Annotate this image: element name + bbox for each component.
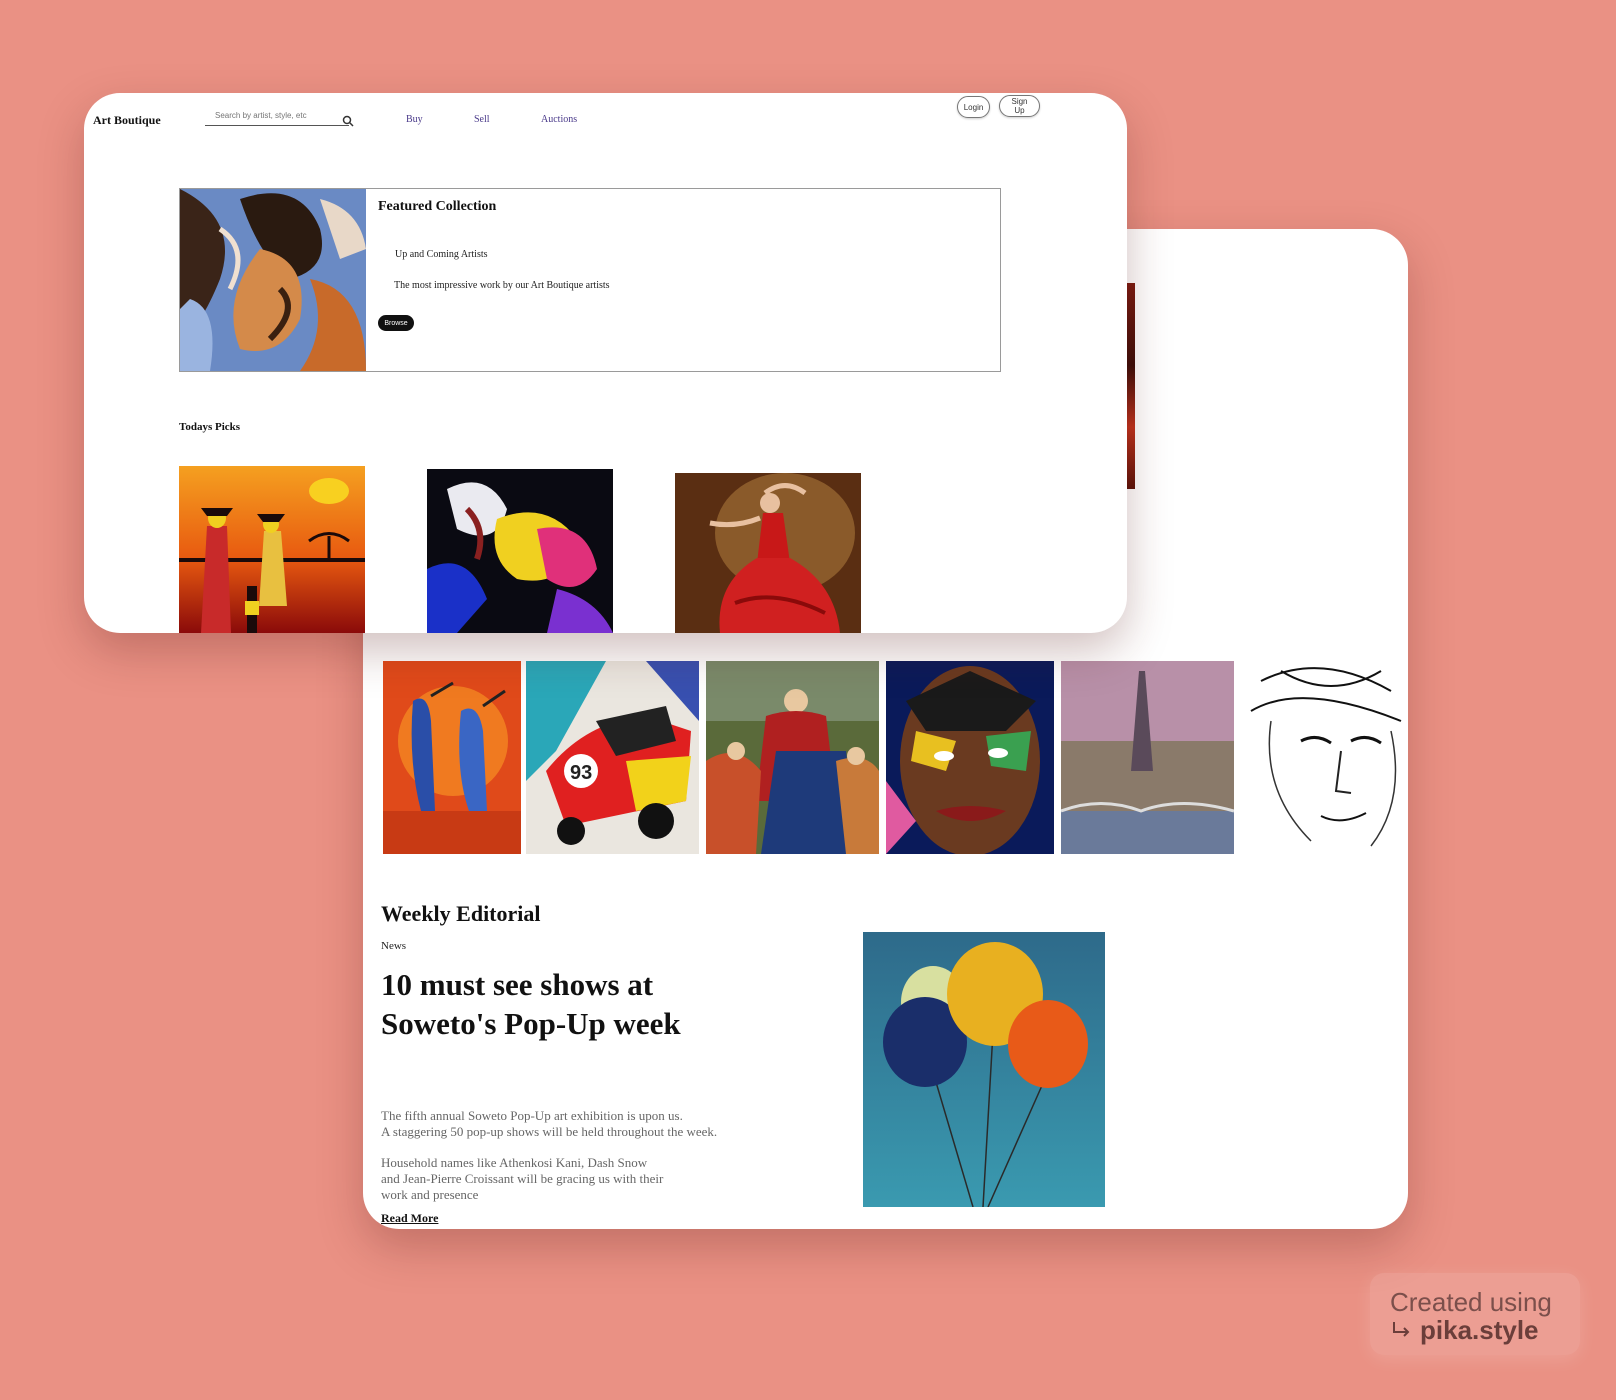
featured-collection-card: Featured Collection Up and Coming Artist… xyxy=(179,188,1001,372)
brand-logo[interactable]: Art Boutique xyxy=(93,113,161,128)
gallery-artwork-sketch-face[interactable] xyxy=(1241,661,1408,854)
read-more-link[interactable]: Read More xyxy=(381,1211,438,1226)
nav-link-sell[interactable]: Sell xyxy=(474,114,490,125)
watermark-line-2: pika.style xyxy=(1420,1315,1539,1345)
login-button[interactable]: Login xyxy=(957,96,990,118)
featured-title: Featured Collection xyxy=(378,199,497,214)
signup-button[interactable]: Sign Up xyxy=(999,95,1040,117)
editorial-headline[interactable]: 10 must see shows at Soweto's Pop-Up wee… xyxy=(381,965,701,1043)
todays-picks-title: Todays Picks xyxy=(179,421,241,433)
gallery-artwork-paris[interactable] xyxy=(1061,661,1234,854)
editorial-paragraph-2: Household names like Athenkosi Kani, Das… xyxy=(381,1155,664,1202)
svg-text:93: 93 xyxy=(570,762,592,784)
gallery-artwork-storks[interactable] xyxy=(383,661,521,854)
home-page-card: Art Boutique Buy Sell Auctions Login Sig… xyxy=(84,93,1127,633)
editorial-image-balloons xyxy=(863,932,1105,1208)
watermark-line-1: Created using xyxy=(1390,1287,1552,1317)
editorial-category: News xyxy=(381,940,407,952)
nav-link-buy[interactable]: Buy xyxy=(406,114,423,125)
pick-artwork-sunset-women[interactable] xyxy=(179,466,365,633)
pika-style-watermark[interactable]: Created using pika.style xyxy=(1370,1273,1580,1355)
gallery-artwork-renaissance[interactable] xyxy=(706,661,879,854)
featured-subtitle: Up and Coming Artists xyxy=(395,249,488,260)
featured-artwork-image xyxy=(180,189,366,371)
featured-description: The most impressive work by our Art Bout… xyxy=(394,280,610,291)
search-icon[interactable] xyxy=(342,114,354,127)
search-input[interactable] xyxy=(205,105,349,126)
return-arrow-icon xyxy=(1390,1319,1412,1341)
pick-artwork-flamenco-dancer[interactable] xyxy=(675,473,861,633)
editorial-paragraph-1: The fifth annual Soweto Pop-Up art exhib… xyxy=(381,1108,718,1139)
nav-link-auctions[interactable]: Auctions xyxy=(541,114,577,125)
browse-button[interactable]: Browse xyxy=(378,315,414,331)
editorial-title: Weekly Editorial xyxy=(381,901,541,926)
gallery-artwork-race-car[interactable]: 93 xyxy=(526,661,699,854)
gallery-artwork-portrait[interactable] xyxy=(886,661,1054,854)
pick-artwork-abstract[interactable] xyxy=(427,469,613,633)
